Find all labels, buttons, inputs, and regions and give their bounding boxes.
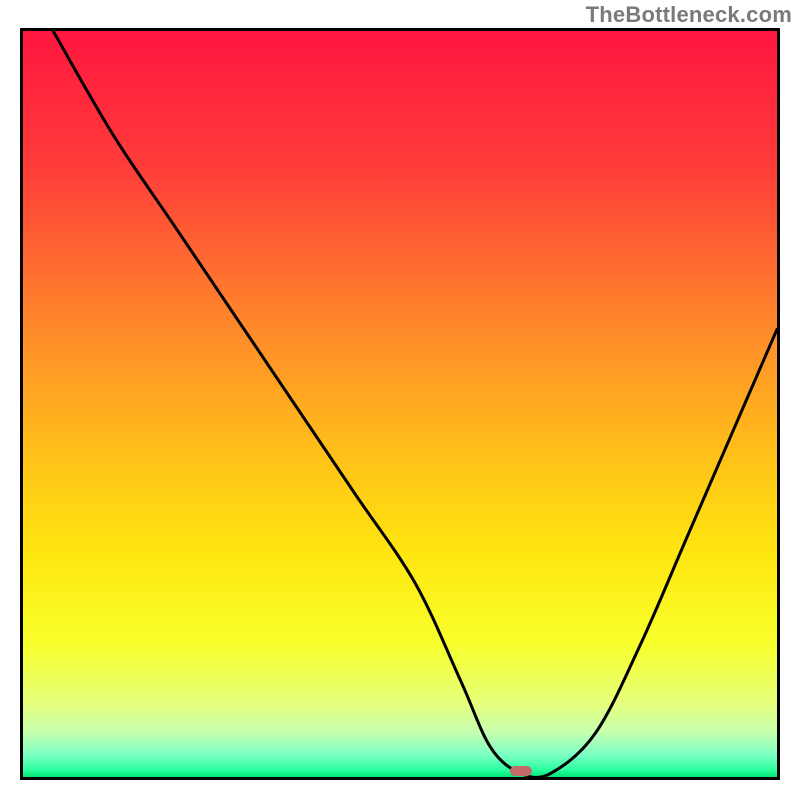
bottleneck-curve-svg <box>23 31 777 777</box>
watermark-text: TheBottleneck.com <box>586 2 792 28</box>
optimal-point-marker <box>510 766 532 776</box>
plot-area <box>20 28 780 780</box>
bottleneck-curve-line <box>53 31 777 777</box>
chart-frame: TheBottleneck.com <box>0 0 800 800</box>
